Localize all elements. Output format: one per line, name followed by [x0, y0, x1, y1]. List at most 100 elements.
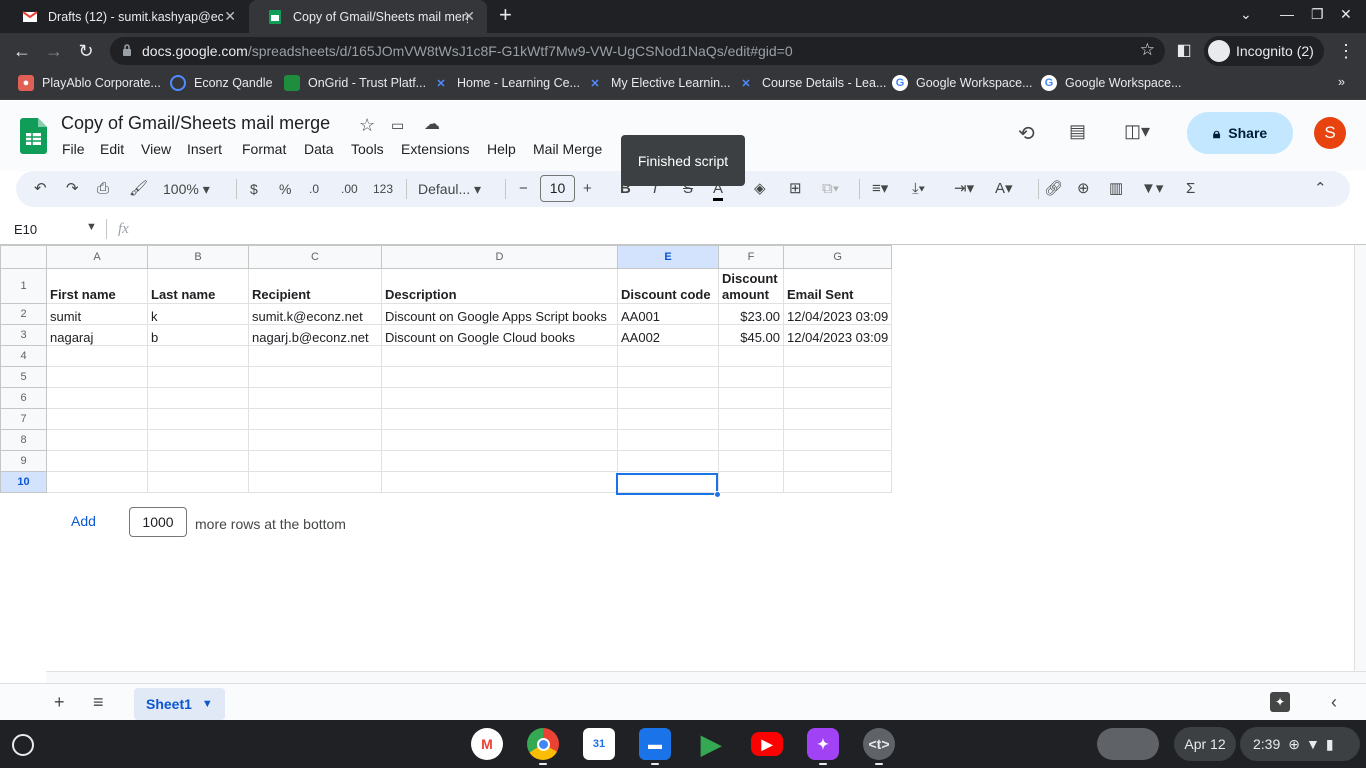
new-tab-button[interactable]: +	[499, 4, 512, 26]
sheets-logo-icon[interactable]	[20, 118, 47, 154]
cell-e6[interactable]	[617, 387, 719, 409]
functions-icon[interactable]: Σ	[1186, 180, 1195, 198]
cell-b3[interactable]: b	[147, 324, 249, 346]
chrome-icon[interactable]	[527, 728, 559, 760]
reload-icon[interactable]: ↻	[74, 39, 98, 63]
back-icon[interactable]: ←	[10, 39, 34, 63]
menu-format[interactable]: Format	[242, 141, 286, 157]
cell-e5[interactable]	[617, 366, 719, 388]
cell-a10[interactable]	[46, 471, 148, 493]
decrease-font-size-icon[interactable]: −	[519, 180, 528, 198]
menu-insert[interactable]: Insert	[187, 141, 222, 157]
cell-e3[interactable]: AA002	[617, 324, 719, 346]
cell-d3[interactable]: Discount on Google Cloud books	[381, 324, 618, 346]
files-icon[interactable]: ▬	[639, 728, 671, 760]
more-formats-button[interactable]: 123	[373, 180, 393, 198]
row-header[interactable]: 5	[0, 366, 47, 388]
row-header[interactable]: 9	[0, 450, 47, 472]
cell-b4[interactable]	[147, 345, 249, 367]
cell-c10[interactable]	[248, 471, 382, 493]
cell-f6[interactable]	[718, 387, 784, 409]
text-wrapping-icon[interactable]: ⇥▾	[954, 180, 974, 198]
cell-d9[interactable]	[381, 450, 618, 472]
cell-a2[interactable]: sumit	[46, 303, 148, 325]
address-bar[interactable]: docs.google.com/spreadsheets/d/165JOmVW8…	[110, 37, 1165, 65]
column-header-a[interactable]: A	[46, 245, 148, 269]
filter-icon[interactable]: ▼▾	[1141, 180, 1163, 198]
cell-f5[interactable]	[718, 366, 784, 388]
cell-g6[interactable]	[782, 387, 893, 409]
row-header[interactable]: 4	[0, 345, 47, 367]
column-header-c[interactable]: C	[248, 245, 382, 269]
cell-g2[interactable]: 12/04/2023 03:09	[782, 303, 893, 325]
add-rows-button[interactable]: Add	[71, 513, 96, 529]
version-history-icon[interactable]: ⟲	[1018, 121, 1035, 146]
bookmark-item[interactable]: OnGrid - Trust Platf...	[284, 75, 426, 91]
column-header-b[interactable]: B	[147, 245, 249, 269]
vertical-align-icon[interactable]: ⤓▾	[912, 180, 925, 198]
launcher-icon[interactable]	[12, 734, 34, 756]
cell-b10[interactable]	[147, 471, 249, 493]
cell-c4[interactable]	[248, 345, 382, 367]
decrease-decimal-button[interactable]: .0	[309, 180, 319, 198]
menu-view[interactable]: View	[141, 141, 171, 157]
cell-f1[interactable]: Discount amount	[718, 268, 784, 304]
column-header-d[interactable]: D	[381, 245, 618, 269]
app-icon[interactable]: ✦	[807, 728, 839, 760]
menu-edit[interactable]: Edit	[100, 141, 124, 157]
row-header[interactable]: 3	[0, 324, 47, 346]
cell-d10[interactable]	[381, 471, 618, 493]
merge-cells-icon[interactable]: ⧉▾	[822, 180, 839, 198]
meet-icon[interactable]: ◫▾	[1124, 121, 1150, 142]
cell-c3[interactable]: nagarj.b@econz.net	[248, 324, 382, 346]
bookmark-item[interactable]: G Google Workspace...	[892, 75, 1033, 91]
horizontal-align-icon[interactable]: ≡▾	[872, 180, 888, 198]
status-tray[interactable]: 2:39 ⊕ ▼ ▮	[1240, 727, 1360, 761]
row-header[interactable]: 8	[0, 429, 47, 451]
browser-tab-gmail[interactable]: Drafts (12) - sumit.kashyap@econ ✕	[4, 0, 248, 33]
date-tray[interactable]: Apr 12	[1174, 727, 1236, 761]
redo-icon[interactable]: ↷	[66, 180, 79, 198]
cell-f7[interactable]	[718, 408, 784, 430]
document-title[interactable]: Copy of Gmail/Sheets mail merge	[61, 113, 330, 134]
cell-a5[interactable]	[46, 366, 148, 388]
currency-format-button[interactable]: $	[250, 180, 258, 198]
sheet-tab-dropdown-icon[interactable]: ▼	[202, 698, 213, 710]
cell-a3[interactable]: nagaraj	[46, 324, 148, 346]
cell-g10[interactable]	[782, 471, 893, 493]
move-folder-icon[interactable]: ▭	[391, 117, 404, 134]
cell-e1[interactable]: Discount code	[617, 268, 719, 304]
select-all-corner[interactable]	[0, 245, 47, 269]
cell-e2[interactable]: AA001	[617, 303, 719, 325]
cell-c1[interactable]: Recipient	[248, 268, 382, 304]
menu-extensions[interactable]: Extensions	[401, 141, 469, 157]
explore-icon[interactable]: ✦	[1270, 692, 1290, 712]
share-button[interactable]: 🔒︎ Share	[1187, 112, 1293, 154]
cell-a7[interactable]	[46, 408, 148, 430]
insert-link-icon[interactable]: 🔗︎	[1044, 180, 1063, 198]
star-icon[interactable]: ☆	[359, 115, 375, 136]
collapse-menus-icon[interactable]: ⌃	[1314, 180, 1327, 198]
cell-a6[interactable]	[46, 387, 148, 409]
holding-space-icon[interactable]	[1097, 728, 1159, 760]
side-panel-icon[interactable]: ◧	[1172, 39, 1196, 63]
name-box[interactable]: E10	[14, 222, 37, 237]
cell-a4[interactable]	[46, 345, 148, 367]
cell-d1[interactable]: Description	[381, 268, 618, 304]
horizontal-scrollbar[interactable]	[46, 671, 1366, 683]
close-tab-icon[interactable]: ✕	[463, 8, 475, 25]
cell-b9[interactable]	[147, 450, 249, 472]
insert-comment-icon[interactable]: ⊕	[1077, 180, 1090, 198]
all-sheets-icon[interactable]: ≡	[93, 692, 104, 713]
text-rotation-icon[interactable]: A▾	[995, 180, 1013, 198]
row-header[interactable]: 10	[0, 471, 47, 493]
paint-format-icon[interactable]: 🖌︎	[129, 180, 148, 198]
menu-icon[interactable]: ⋮	[1334, 39, 1358, 63]
youtube-icon[interactable]: ▶	[751, 732, 783, 756]
bookmark-item[interactable]: G Google Workspace...	[1041, 75, 1182, 91]
cell-g8[interactable]	[782, 429, 893, 451]
fill-color-icon[interactable]: ◈	[754, 180, 766, 198]
cell-c7[interactable]	[248, 408, 382, 430]
bookmark-item[interactable]: ✕ Home - Learning Ce...	[433, 75, 580, 91]
fill-handle[interactable]	[714, 491, 721, 498]
